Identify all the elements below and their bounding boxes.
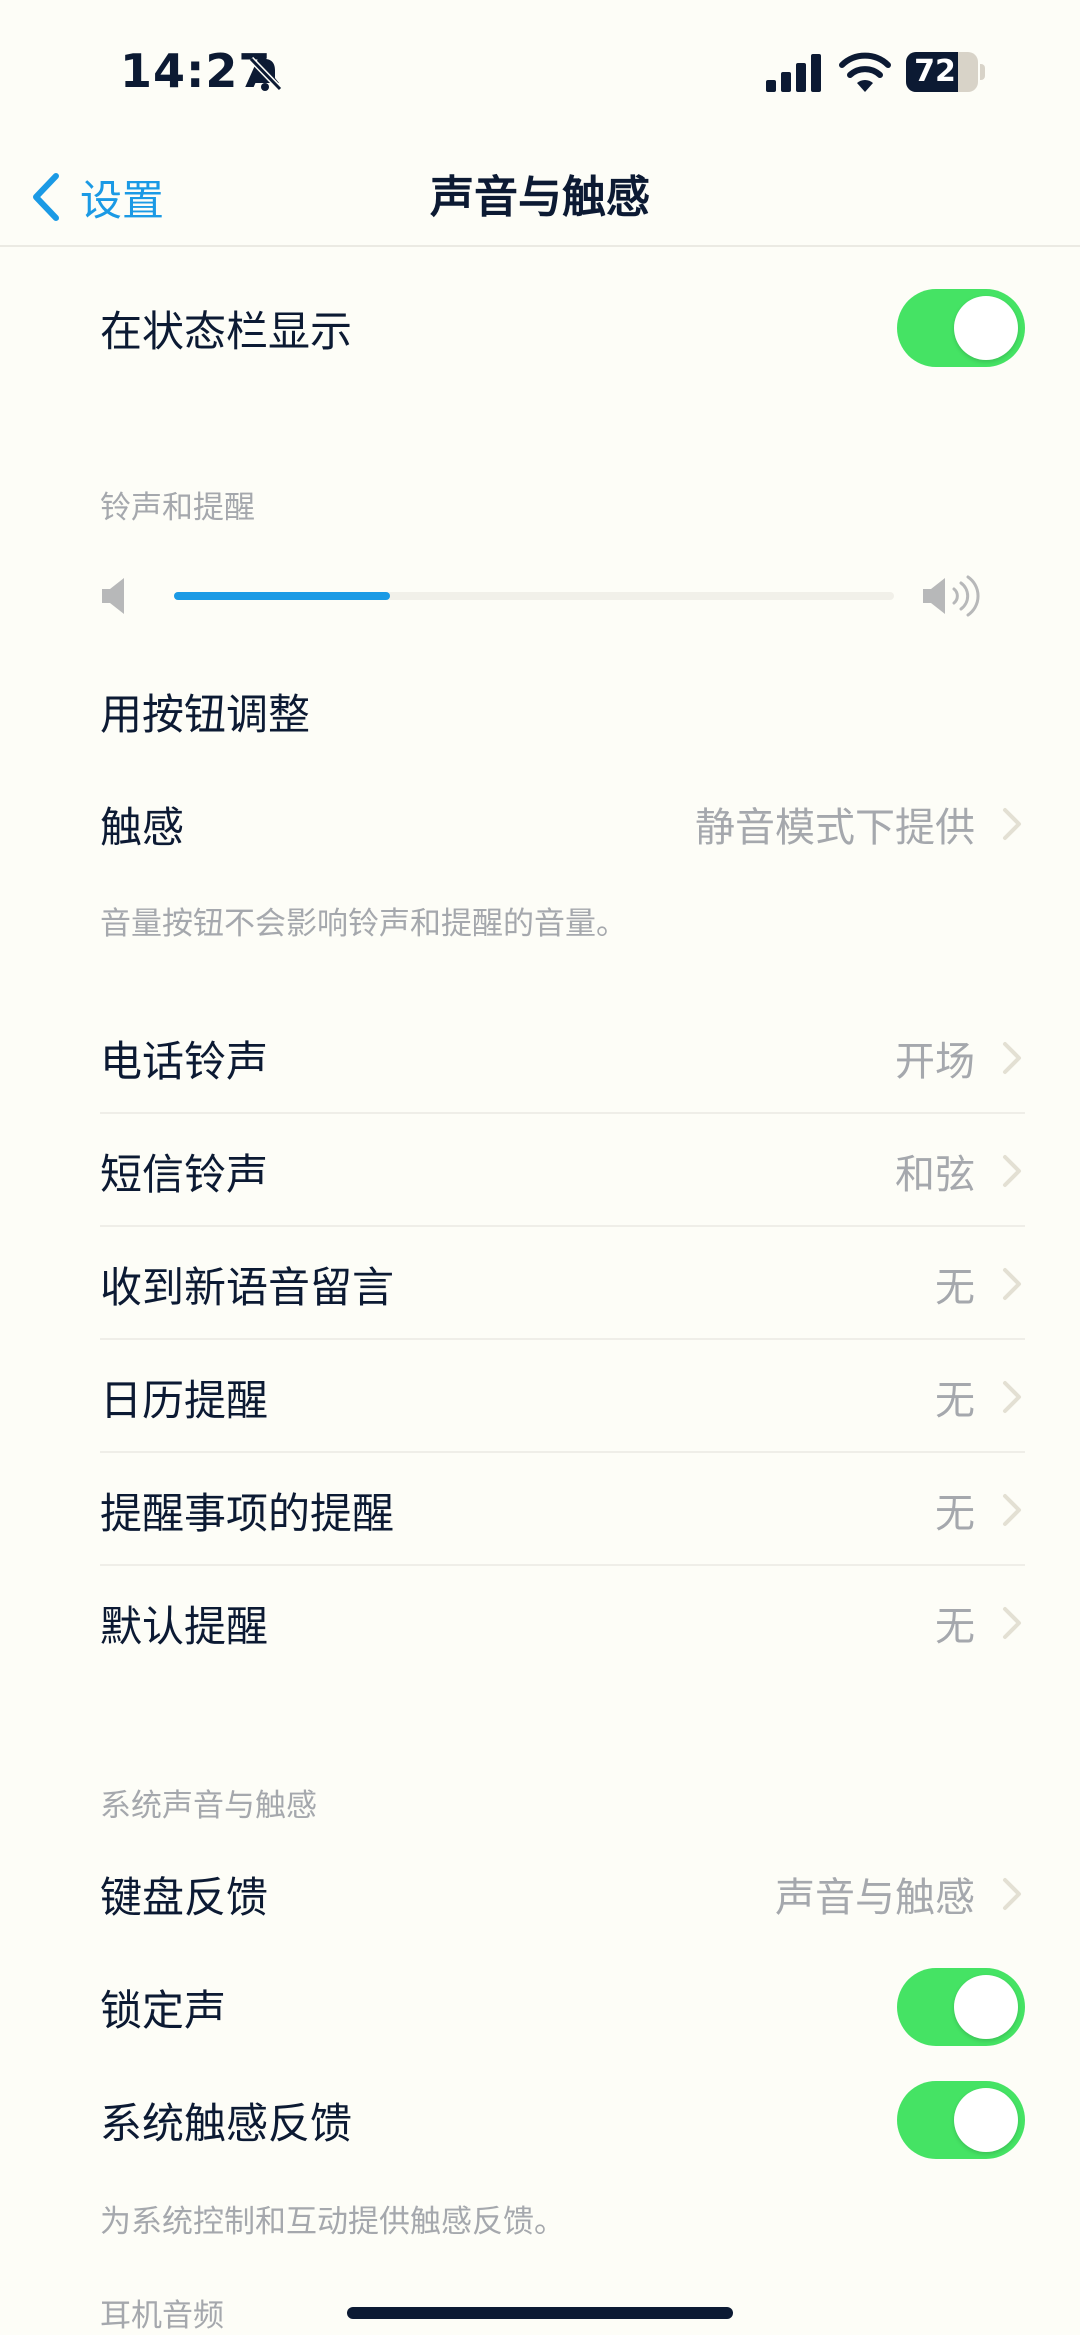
chevron-right-icon: [1003, 1268, 1021, 1300]
chevron-right-icon: [1003, 1494, 1021, 1526]
sound-list-item-label: 提醒事项的提醒: [100, 1488, 395, 1538]
sound-list-item-label: 日历提醒: [100, 1375, 269, 1425]
sound-list-item-label: 收到新语音留言: [100, 1262, 395, 1312]
sound-list-item-label: 短信铃声: [100, 1149, 269, 1199]
chevron-right-icon: [1003, 1155, 1021, 1187]
wifi-icon: [839, 52, 891, 92]
sound-list-item-label: 默认提醒: [100, 1601, 269, 1651]
haptics-row[interactable]: 触感 静音模式下提供: [100, 768, 1025, 880]
speaker-high-icon: [923, 575, 980, 617]
show-in-status-bar-toggle[interactable]: [897, 289, 1025, 367]
system-haptics-row: 系统触感反馈: [100, 2064, 1025, 2176]
headphone-section-header: 耳机音频: [100, 2298, 224, 2334]
lock-sound-toggle[interactable]: [897, 1968, 1025, 2046]
chevron-right-icon: [1003, 808, 1021, 840]
battery-icon: 72: [906, 52, 986, 92]
battery-percentage: 72: [914, 54, 956, 89]
divider: [100, 1112, 1025, 1114]
system-section-footer: 为系统控制和互动提供触感反馈。: [100, 2204, 565, 2240]
system-haptics-label: 系统触感反馈: [100, 2098, 353, 2148]
ringer-section-footer: 音量按钮不会影响铃声和提醒的音量。: [100, 906, 627, 942]
sound-list-item[interactable]: 电话铃声 开场: [100, 1002, 1025, 1114]
back-button[interactable]: 设置: [28, 162, 164, 232]
haptics-label: 触感: [100, 802, 185, 852]
divider: [100, 1225, 1025, 1227]
sound-list-item-label: 电话铃声: [100, 1036, 269, 1086]
back-label: 设置: [80, 175, 165, 225]
ringer-section-header: 铃声和提醒: [100, 490, 255, 526]
chevron-right-icon: [1003, 1607, 1021, 1639]
adjust-with-buttons-row[interactable]: 用按钮调整: [100, 655, 1025, 767]
ringer-volume-slider[interactable]: [174, 592, 894, 600]
adjust-with-buttons-label: 用按钮调整: [100, 689, 311, 739]
keyboard-feedback-label: 键盘反馈: [100, 1872, 269, 1922]
sound-list-item[interactable]: 提醒事项的提醒 无: [100, 1454, 1025, 1566]
keyboard-feedback-value: 声音与触感: [775, 1875, 975, 1921]
system-section-header: 系统声音与触感: [100, 1788, 317, 1824]
chevron-right-icon: [1003, 1878, 1021, 1910]
chevron-right-icon: [1003, 1381, 1021, 1413]
divider: [100, 1338, 1025, 1340]
bell-slash-icon: [248, 56, 283, 92]
sound-list-item-value: 无: [935, 1604, 975, 1650]
sound-list-item[interactable]: 日历提醒 无: [100, 1341, 1025, 1453]
sound-list-item-value: 开场: [895, 1039, 975, 1085]
show-in-status-bar-label: 在状态栏显示: [100, 306, 353, 356]
sound-list-item[interactable]: 短信铃声 和弦: [100, 1115, 1025, 1227]
divider: [100, 1451, 1025, 1453]
speaker-low-icon: [102, 578, 124, 614]
navigation-bar: 声音与触感 设置: [0, 150, 1080, 247]
sound-list-item[interactable]: 收到新语音留言 无: [100, 1228, 1025, 1340]
haptics-value: 静音模式下提供: [695, 805, 975, 851]
sound-list-item-value: 无: [935, 1491, 975, 1537]
chevron-left-icon: [33, 173, 59, 221]
status-bar: 14:27 72: [0, 0, 1080, 150]
sound-list-item-value: 无: [935, 1265, 975, 1311]
sound-list-item-value: 和弦: [895, 1152, 975, 1198]
lock-sound-label: 锁定声: [100, 1985, 227, 2035]
ringer-volume-slider-row: [100, 560, 985, 632]
divider: [100, 1564, 1025, 1566]
chevron-right-icon: [1003, 1042, 1021, 1074]
home-indicator: [347, 2307, 733, 2319]
system-haptics-toggle[interactable]: [897, 2081, 1025, 2159]
sound-list-item[interactable]: 默认提醒 无: [100, 1567, 1025, 1679]
show-in-status-bar-row: 在状态栏显示: [100, 272, 1025, 384]
cellular-signal-icon: [766, 54, 821, 92]
sound-list-item-value: 无: [935, 1378, 975, 1424]
lock-sound-row: 锁定声: [100, 1951, 1025, 2063]
keyboard-feedback-row[interactable]: 键盘反馈 声音与触感: [100, 1838, 1025, 1950]
